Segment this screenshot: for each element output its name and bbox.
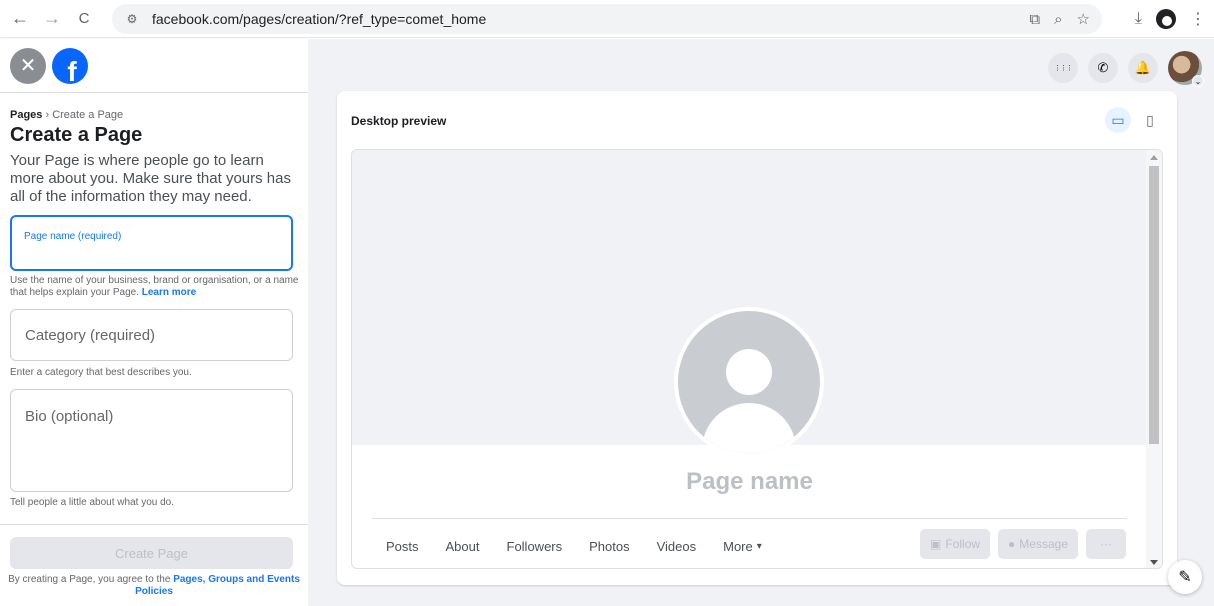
follow-button: ▣ Follow — [920, 529, 991, 559]
category-label: Category (required) — [25, 327, 156, 344]
menu-grid-icon[interactable]: ⋮⋮⋮ — [1048, 53, 1078, 83]
follow-icon: ▣ — [930, 537, 942, 551]
bio-label: Bio (optional) — [25, 408, 114, 425]
browser-toolbar: ← → C ⚙ facebook.com/pages/creation/?ref… — [0, 0, 1214, 38]
desktop-preview-card: Desktop preview ▭ ▯ Page name Posts Abou… — [337, 91, 1177, 585]
page-preview-frame: Page name Posts About Followers Photos V… — [351, 149, 1163, 569]
message-icon: ● — [1008, 537, 1016, 551]
breadcrumb-current: Create a Page — [52, 109, 124, 121]
page-name-label: Page name (required) — [24, 231, 122, 242]
create-page-button[interactable]: Create Page — [10, 537, 293, 569]
scroll-down-icon[interactable] — [1150, 560, 1158, 565]
breadcrumb-separator: › — [42, 109, 53, 121]
page-name-hint: Use the name of your business, brand or … — [10, 275, 300, 299]
bookmark-star-icon[interactable]: ☆ — [1077, 10, 1090, 28]
view-toggle: ▭ ▯ — [1105, 107, 1163, 133]
top-nav-icons: ⋮⋮⋮ ✆ 🔔 ⌄ — [1048, 51, 1204, 87]
bio-hint: Tell people a little about what you do. — [10, 497, 174, 508]
terms-notice: By creating a Page, you agree to the Pag… — [6, 574, 302, 598]
terms-prefix: By creating a Page, you agree to the — [8, 574, 174, 585]
avatar-body-shape — [702, 403, 796, 453]
sidebar-header: ✕ f — [0, 39, 308, 93]
bio-textarea[interactable]: Bio (optional) — [10, 389, 293, 492]
follow-label: Follow — [945, 537, 981, 551]
browser-profile-icon[interactable] — [1156, 9, 1176, 29]
tab-videos: Videos — [656, 539, 697, 554]
messenger-icon[interactable]: ✆ — [1088, 53, 1118, 83]
message-label: Message — [1019, 537, 1068, 551]
edit-compose-icon[interactable]: ✎ — [1168, 560, 1202, 594]
caret-down-icon: ▾ — [756, 541, 762, 552]
breadcrumb-pages[interactable]: Pages — [10, 109, 42, 121]
preview-area: ⋮⋮⋮ ✆ 🔔 ⌄ Desktop preview ▭ ▯ Page name … — [309, 39, 1214, 606]
download-icon[interactable]: ⤓ — [1135, 10, 1142, 28]
tab-photos: Photos — [589, 539, 630, 554]
create-page-sidebar: ✕ f Pages › Create a Page Create a Page … — [0, 39, 308, 606]
notification-bell-icon[interactable]: 🔔 — [1128, 53, 1158, 83]
scroll-thumb[interactable] — [1149, 166, 1159, 444]
preview-scrollbar[interactable] — [1146, 150, 1162, 568]
address-bar[interactable]: ⚙ facebook.com/pages/creation/?ref_type=… — [112, 4, 1102, 34]
site-info-icon[interactable]: ⚙ — [122, 9, 142, 29]
tab-followers: Followers — [506, 539, 563, 554]
mobile-view-icon[interactable]: ▯ — [1137, 107, 1163, 133]
tab-posts: Posts — [386, 539, 419, 554]
breadcrumb: Pages › Create a Page — [10, 109, 123, 121]
account-avatar[interactable]: ⌄ — [1168, 51, 1204, 87]
preview-title: Desktop preview — [351, 114, 447, 128]
page-title: Create a Page — [10, 124, 143, 146]
browser-menu-icon[interactable]: ⋮ — [1190, 9, 1206, 29]
page-description: Your Page is where people go to learn mo… — [10, 152, 291, 205]
reload-icon[interactable]: C — [72, 7, 96, 31]
scroll-up-icon[interactable] — [1150, 155, 1158, 160]
facebook-logo-icon[interactable]: f — [52, 47, 88, 84]
url-text[interactable]: facebook.com/pages/creation/?ref_type=co… — [152, 11, 486, 27]
preview-page-name: Page name — [686, 468, 813, 495]
close-icon[interactable]: ✕ — [10, 47, 46, 84]
more-actions-button: ··· — [1086, 529, 1126, 559]
forward-icon[interactable]: → — [40, 7, 64, 31]
tab-more-label: More — [723, 539, 753, 554]
desktop-view-icon[interactable]: ▭ — [1105, 107, 1131, 133]
avatar-head-shape — [726, 349, 772, 395]
learn-more-link[interactable]: Learn more — [142, 287, 196, 298]
cast-icon[interactable]: ⧉ — [1029, 11, 1040, 28]
preview-tabs: Posts About Followers Photos Videos More… — [386, 539, 789, 554]
message-button: ● Message — [998, 529, 1078, 559]
tabs-divider — [372, 518, 1127, 519]
back-icon[interactable]: ← — [8, 7, 32, 31]
category-input[interactable]: Category (required) — [10, 309, 293, 361]
tab-more: More ▾ — [723, 539, 762, 554]
profile-picture-placeholder-icon — [674, 307, 824, 457]
chevron-down-icon: ⌄ — [1192, 75, 1204, 87]
footer-divider — [0, 524, 308, 525]
tab-about: About — [445, 539, 480, 554]
category-hint: Enter a category that best describes you… — [10, 367, 192, 378]
logo-letter: f — [67, 55, 77, 84]
zoom-icon[interactable]: ⌕ — [1054, 11, 1062, 28]
preview-actions: ▣ Follow ● Message ··· — [920, 529, 1126, 559]
page-name-input[interactable]: Page name (required) — [10, 215, 293, 271]
